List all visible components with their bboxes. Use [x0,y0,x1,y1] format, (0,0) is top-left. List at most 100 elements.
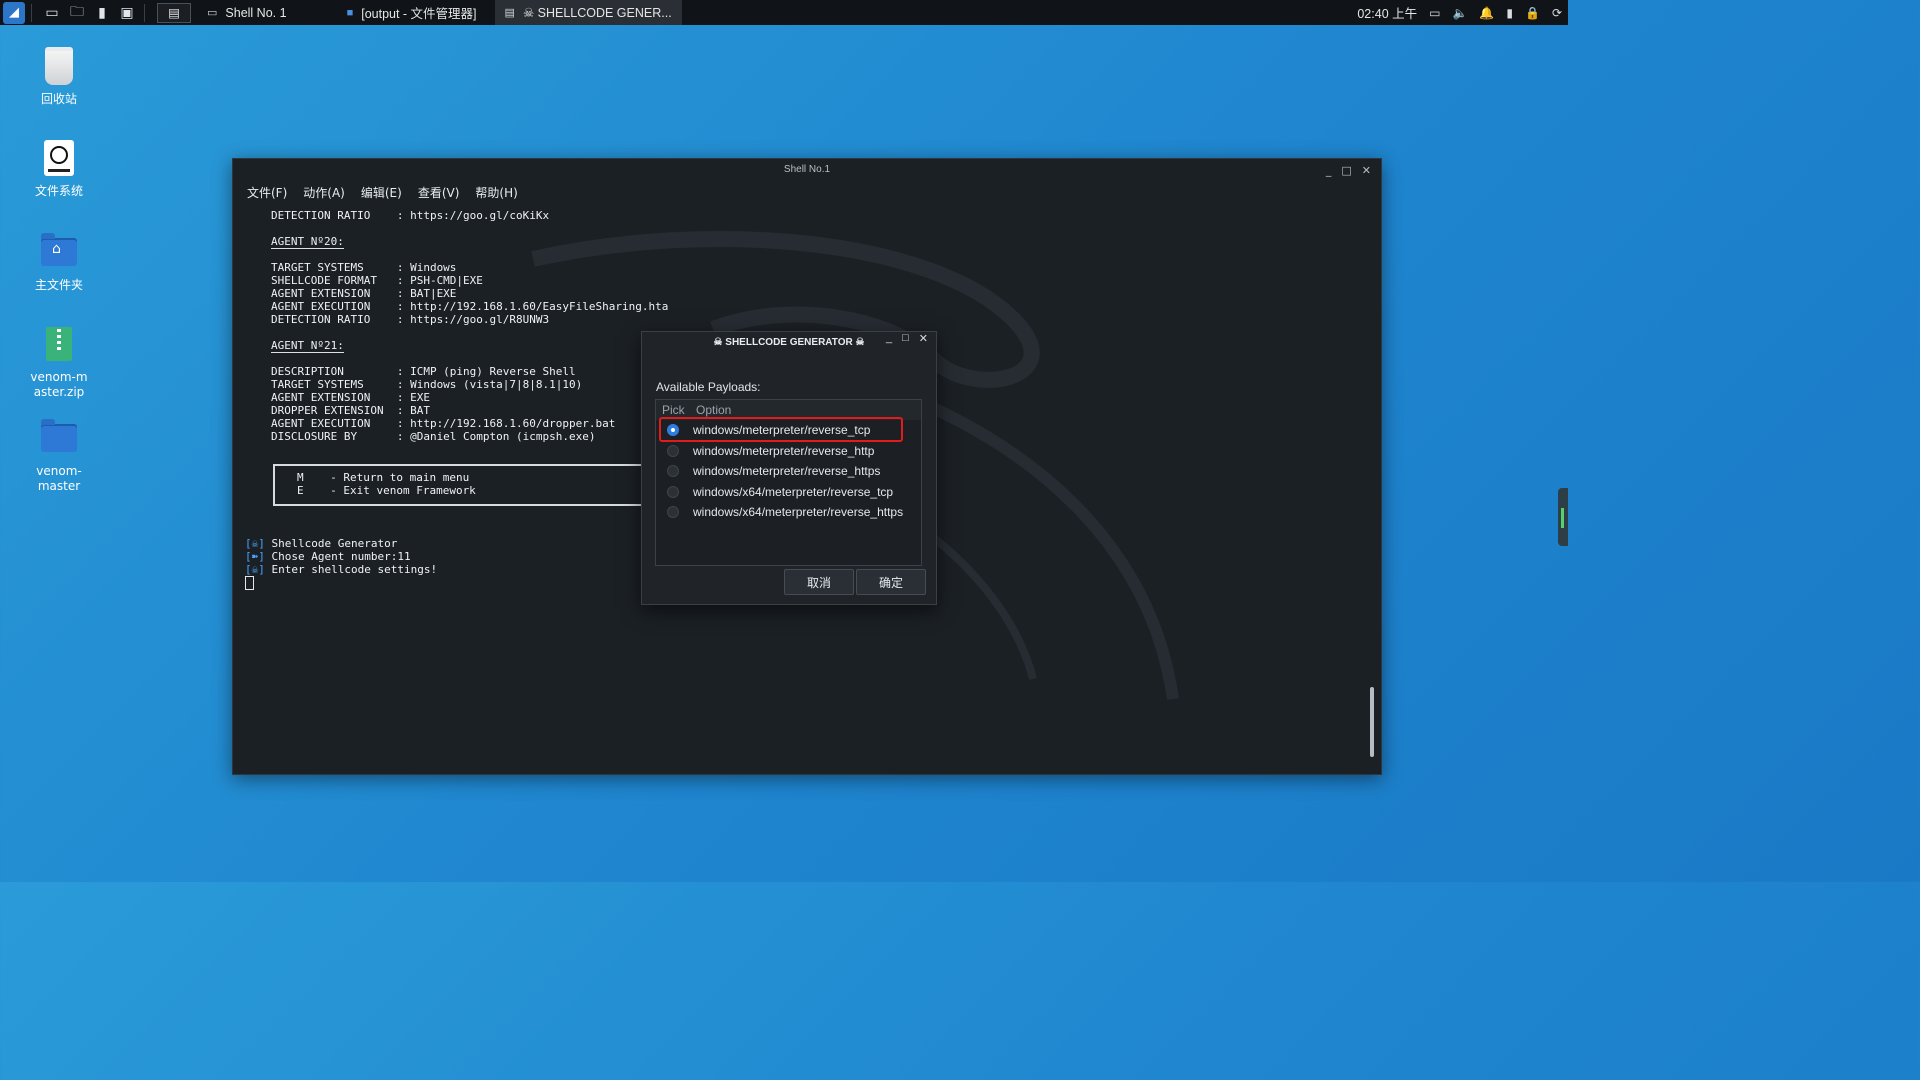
status-line: [☠] Shellcode Generator [245,537,437,550]
file-manager-icon[interactable]: 🗀 [66,2,88,24]
terminal-icon: ▭ [207,7,218,19]
edge-widget[interactable] [1558,488,1568,546]
desktop-icon-label: 主文件夹 [34,278,83,292]
desktop-icon-label: venom-master.zip [30,370,88,399]
skull-bracket-icon: [☠] [245,563,265,576]
status-text: Chose Agent number:11 [271,550,411,563]
terminal-line: AGENT EXTENSION : BAT|EXE [271,287,457,300]
payloads-label: Available Payloads: [656,380,761,394]
payload-option-label: windows/x64/meterpreter/reverse_https [693,505,904,520]
desktop-icon-home[interactable]: ⌂ 主文件夹 [14,230,104,293]
terminal-icon[interactable]: ▮ [91,2,113,24]
payload-list[interactable]: Pick Option windows/meterpreter/reverse_… [655,399,922,566]
desktop-icon-venom-zip[interactable]: venom-master.zip [14,322,104,400]
maximize-icon[interactable]: □ [1341,164,1351,177]
trash-icon [37,44,81,88]
kali-menu-icon[interactable]: ◢ [3,1,25,24]
menu-edit[interactable]: 编辑(E) [361,184,402,201]
terminal-line: TARGET SYSTEMS : Windows [271,261,457,274]
payload-option[interactable]: windows/meterpreter/reverse_https [656,461,921,482]
close-icon[interactable]: ✕ [919,332,928,345]
menu-help[interactable]: 帮助(H) [475,184,517,201]
zip-icon [37,322,81,366]
payload-option-label: windows/x64/meterpreter/reverse_tcp [693,484,894,499]
battery-icon[interactable]: ▮ [1506,6,1513,20]
home-folder-icon: ⌂ [37,230,81,274]
task-label: ☠ SHELLCODE GENER... [522,6,672,20]
maximize-icon[interactable]: □ [902,332,909,345]
terminal-cursor [245,576,254,590]
menu-action[interactable]: 动作(A) [303,184,345,201]
cancel-button[interactable]: 取消 [784,569,854,595]
menu-file[interactable]: 文件(F) [247,184,287,201]
terminal-line: DETECTION RATIO : https://goo.gl/coKiKx [271,209,550,222]
volume-icon[interactable]: 🔈 [1452,6,1467,20]
dialog-window-controls: _ □ ✕ [886,332,928,345]
terminal-line: AGENT EXECUTION : http://192.168.1.60/Ea… [271,300,669,313]
window-controls: _ □ ✕ [1326,159,1371,181]
notification-bell-icon[interactable]: 🔔 [1479,6,1494,20]
payload-option-label: windows/meterpreter/reverse_https [693,464,881,479]
terminal-scrollbar[interactable] [1370,687,1374,757]
selection-highlight [659,417,903,442]
close-icon[interactable]: ✕ [1362,164,1371,177]
status-text: Enter shellcode settings! [271,563,438,576]
task-shell[interactable]: ▭ Shell No. 1 [197,0,297,25]
desktop-icon-filesystem[interactable]: 文件系统 [14,136,104,199]
arrow-bracket-icon: [➽] [245,550,265,563]
desktop-icon-label: 回收站 [40,92,77,106]
desktop-icon-label: 文件系统 [34,184,83,198]
terminal-title: Shell No.1 [783,164,831,175]
task-label: Shell No. 1 [225,5,287,20]
terminal-heading: AGENT Nº20: [271,235,1381,249]
payload-option[interactable]: windows/meterpreter/reverse_tcp [656,417,921,442]
top-panel: ◢ ▭ 🗀 ▮ ▣ ▤ ▭ Shell No. 1 ■ [output - 文件… [0,0,1568,25]
agent-heading: AGENT Nº20: [271,235,344,249]
window-icon: ▤ [504,7,515,19]
panel-separator [144,3,145,22]
terminal-line: SHELLCODE FORMAT : PSH-CMD|EXE [271,274,483,287]
minimize-icon[interactable]: _ [1326,164,1332,177]
system-tray: 02:40 上午 ▭ 🔈 🔔 ▮ 🔒 ⟳ [1357,0,1562,25]
prompt-line[interactable] [245,576,437,590]
desktop-icon-label: venom-master [36,464,82,493]
radio-icon[interactable] [667,485,679,498]
skull-bracket-icon: [☠] [245,537,265,550]
menu-box-line: E - Exit venom Framework [297,484,476,497]
status-line: [☠] Enter shellcode settings! [245,563,437,576]
payload-option-label: windows/meterpreter/reverse_http [693,443,875,458]
launcher: ◢ ▭ 🗀 ▮ ▣ [0,0,151,25]
task-file-manager[interactable]: ■ [output - 文件管理器] [337,0,487,25]
task-shellcode-generator[interactable]: ▤ ☠ SHELLCODE GENER... [494,0,682,25]
radio-icon[interactable] [667,506,679,519]
payload-option[interactable]: windows/x64/meterpreter/reverse_tcp [656,482,921,503]
power-icon[interactable]: ⟳ [1552,6,1562,20]
terminal-menubar: 文件(F) 动作(A) 编辑(E) 查看(V) 帮助(H) [233,182,1381,202]
payload-option[interactable]: windows/meterpreter/reverse_http [656,441,921,462]
menu-box-line: M - Return to main menu [297,471,470,484]
column-option[interactable]: Option [696,403,731,417]
shellcode-generator-dialog: ☠ SHELLCODE GENERATOR ☠ _ □ ✕ Available … [641,331,937,605]
folder-icon: ■ [346,6,354,19]
ok-button[interactable]: 确定 [856,569,926,595]
clock[interactable]: 02:40 上午 [1357,3,1417,22]
lock-icon[interactable]: 🔒 [1525,6,1540,20]
column-pick[interactable]: Pick [656,403,696,417]
show-desktop-icon[interactable]: ▭ [41,2,63,24]
payload-option[interactable]: windows/x64/meterpreter/reverse_https [656,502,921,523]
status-line: [➽] Chose Agent number:11 [245,550,437,563]
display-icon[interactable]: ▭ [1429,6,1440,20]
minimize-icon[interactable]: _ [886,332,892,345]
desktop-icon-venom-folder[interactable]: venom-master [14,416,104,494]
menu-view[interactable]: 查看(V) [418,184,460,201]
radio-icon[interactable] [667,444,679,457]
workspace-switcher-icon[interactable]: ▤ [157,2,191,23]
task-label: [output - 文件管理器] [361,7,477,21]
screen-record-icon[interactable]: ▣ [116,2,138,24]
desktop-icon-trash[interactable]: 回收站 [14,44,104,107]
terminal-line: DETECTION RATIO : https://goo.gl/R8UNW3 [271,313,550,326]
radio-icon[interactable] [667,465,679,478]
panel-separator [31,3,32,22]
